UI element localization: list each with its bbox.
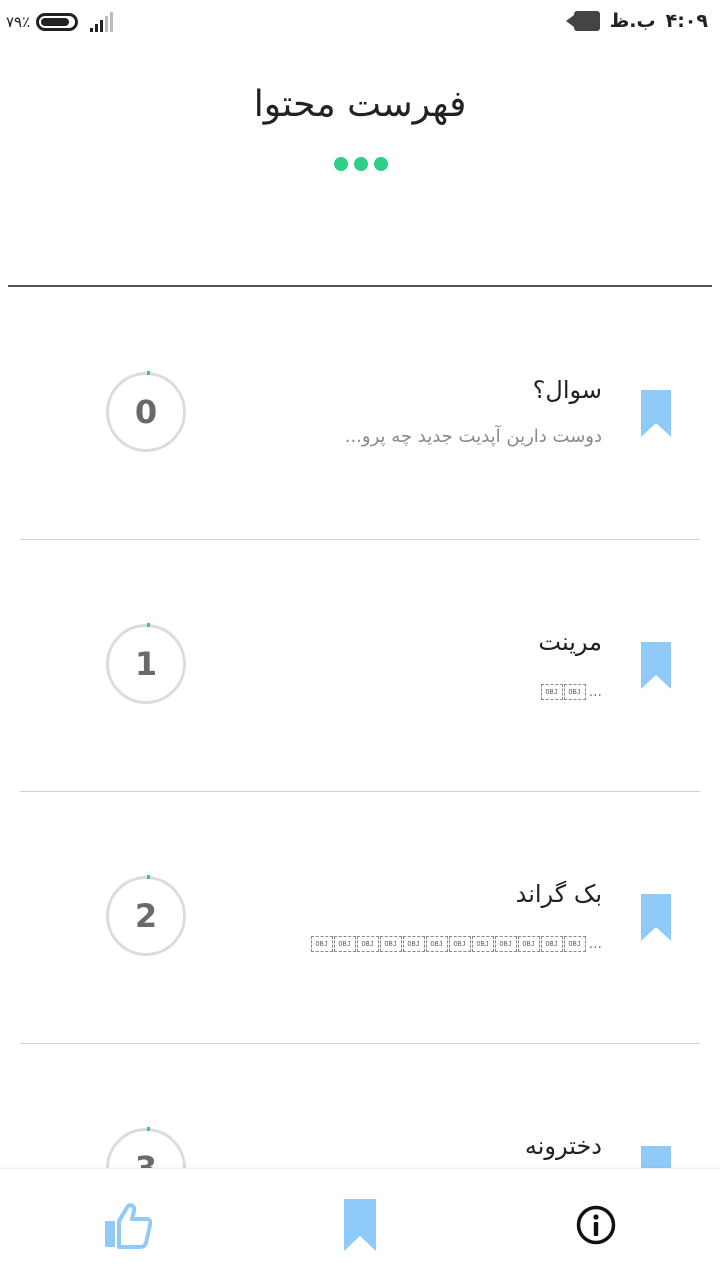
info-icon[interactable] <box>576 1205 616 1245</box>
bottom-navigation <box>0 1168 720 1281</box>
obj-placeholder: OBJ <box>425 936 448 952</box>
status-left: ٧٩٪ <box>6 12 114 32</box>
obj-placeholder: OBJ <box>448 936 471 952</box>
dot <box>354 157 368 171</box>
item-number: 2 <box>134 897 158 935</box>
battery-icon <box>36 13 79 31</box>
dot <box>334 157 348 171</box>
item-title: مرینت <box>538 628 602 656</box>
obj-placeholder: OBJ <box>540 684 563 700</box>
status-ampm: ب.ظ <box>609 10 656 32</box>
item-number-ring: 3 <box>106 1127 186 1168</box>
item-title: دخترونه <box>524 1132 602 1160</box>
item-number: 3 <box>134 1149 158 1168</box>
bookmark-icon[interactable] <box>641 642 671 689</box>
obj-placeholder: OBJ <box>333 936 356 952</box>
header-divider <box>8 285 712 287</box>
ellipsis: ... <box>588 684 602 700</box>
video-camera-icon <box>565 11 600 31</box>
bookmark-icon[interactable] <box>641 894 671 941</box>
signal-icon <box>90 12 114 32</box>
obj-placeholder: OBJ <box>517 936 540 952</box>
obj-placeholder: OBJ <box>379 936 402 952</box>
list-item[interactable]: 0 سوال؟ دوست دارین آپدیت جدید چه پرو... <box>0 288 720 540</box>
item-number-ring: 1 <box>106 623 186 704</box>
obj-placeholder: OBJ <box>494 936 517 952</box>
status-right: ۴:۰۹ ب.ظ <box>565 10 708 32</box>
bookmark-icon[interactable] <box>641 1146 671 1168</box>
obj-placeholder: OBJ <box>471 936 494 952</box>
obj-placeholder: OBJ <box>563 684 586 700</box>
thumbs-up-icon[interactable] <box>104 1203 152 1249</box>
bookmark-tab-icon[interactable] <box>344 1199 376 1251</box>
obj-placeholder: OBJ <box>356 936 379 952</box>
obj-placeholder: OBJ <box>540 936 563 952</box>
obj-placeholder: OBJ <box>402 936 425 952</box>
item-subtitle: دوست دارین آپدیت جدید چه پرو... <box>344 426 602 447</box>
item-number-ring: 2 <box>106 875 186 956</box>
ellipsis: ... <box>588 936 602 952</box>
obj-placeholder: OBJ <box>563 936 586 952</box>
bookmark-icon[interactable] <box>641 390 671 437</box>
status-bar: ٧٩٪ ۴:۰۹ ب.ظ <box>0 0 720 50</box>
list-item[interactable]: 3 دخترونه <box>0 1044 720 1168</box>
obj-placeholder: OBJ <box>310 936 333 952</box>
loading-dots <box>334 157 388 171</box>
list-item[interactable]: 1 مرینت OBJ OBJ... <box>0 540 720 792</box>
item-number: 1 <box>134 645 158 683</box>
item-number-ring: 0 <box>106 371 186 452</box>
dot <box>374 157 388 171</box>
item-number: 0 <box>134 393 158 431</box>
page-title: فهرست محتوا <box>253 84 467 125</box>
item-title: سوال؟ <box>532 376 602 404</box>
item-title: بک گراند <box>515 880 602 908</box>
item-preview-objects: OBJ OBJ... <box>540 684 602 700</box>
list-item[interactable]: 2 بک گراند OBJ OBJ OBJ OBJ OBJ OBJ OBJ OBJ OBJ OB… <box>0 792 720 1044</box>
battery-percent: ٧٩٪ <box>6 13 31 31</box>
content-list[interactable]: 0 سوال؟ دوست دارین آپدیت جدید چه پرو... … <box>0 288 720 1168</box>
item-preview-objects: OBJ OBJ OBJ OBJ OBJ OBJ OBJ OBJ OBJ OBJ OBJ OBJ... <box>310 936 602 952</box>
status-time: ۴:۰۹ <box>665 10 708 32</box>
